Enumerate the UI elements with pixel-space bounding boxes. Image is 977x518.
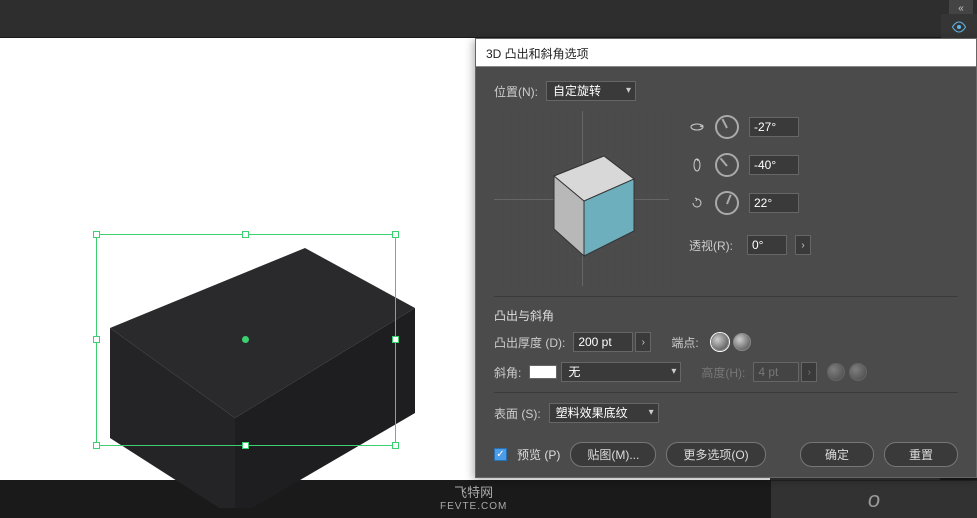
perspective-label: 透视(R): (689, 237, 733, 254)
surface-select[interactable]: 塑料效果底纹 (549, 403, 659, 423)
bevel-height-label: 高度(H): (701, 364, 745, 381)
cap-on-button[interactable] (711, 333, 729, 351)
extrude-section-title: 凸出与斜角 (494, 307, 958, 324)
bevel-out-icon (849, 363, 867, 381)
rotate-z-icon (689, 195, 705, 211)
rotation-trackball[interactable] (494, 111, 669, 286)
selection-bounding-box[interactable] (96, 234, 396, 446)
cap-label: 端点: (671, 334, 698, 351)
bevel-height-stepper: › (801, 362, 817, 382)
perspective-stepper[interactable]: › (795, 235, 811, 255)
extrude-depth-stepper[interactable]: › (635, 332, 651, 352)
bevel-swatch (529, 365, 557, 379)
position-select[interactable]: 自定旋转 (546, 81, 636, 101)
position-label: 位置(N): (494, 83, 538, 100)
ok-button[interactable]: 确定 (800, 442, 874, 467)
perspective-input[interactable]: 0° (747, 235, 787, 255)
rotate-y-icon (689, 157, 705, 173)
cap-off-button[interactable] (733, 333, 751, 351)
bevel-in-icon (827, 363, 845, 381)
watermark: 飞特网 FEVTE.COM (440, 482, 507, 512)
rotate-x-dial[interactable] (715, 115, 739, 139)
reset-button[interactable]: 重置 (884, 442, 958, 467)
map-art-button[interactable]: 贴图(M)... (570, 442, 656, 467)
bevel-label: 斜角: (494, 364, 521, 381)
more-options-button[interactable]: 更多选项(O) (666, 442, 765, 467)
rotate-x-input[interactable]: -27° (749, 117, 799, 137)
rotate-y-dial[interactable] (715, 153, 739, 177)
extrude-depth-input[interactable]: 200 pt (573, 332, 633, 352)
dialog-3d-extrude-bevel: 3D 凸出和斜角选项 位置(N): 自定旋转 (475, 38, 977, 478)
surface-label: 表面 (S): (494, 405, 541, 422)
eye-icon[interactable] (941, 14, 977, 40)
bevel-height-input: 4 pt (753, 362, 799, 382)
preview-label[interactable]: 预览 (P) (517, 446, 560, 463)
preview-checkbox[interactable]: ✓ (494, 448, 507, 461)
rotate-y-input[interactable]: -40° (749, 155, 799, 175)
rotate-x-icon (689, 119, 705, 135)
dialog-title[interactable]: 3D 凸出和斜角选项 (476, 39, 976, 67)
bevel-select[interactable]: 无 (561, 362, 681, 382)
rotate-z-input[interactable]: 22° (749, 193, 799, 213)
rotate-z-dial[interactable] (715, 191, 739, 215)
char-display: o (868, 487, 880, 513)
bottom-panel: o (771, 480, 977, 518)
extrude-depth-label: 凸出厚度 (D): (494, 334, 565, 351)
